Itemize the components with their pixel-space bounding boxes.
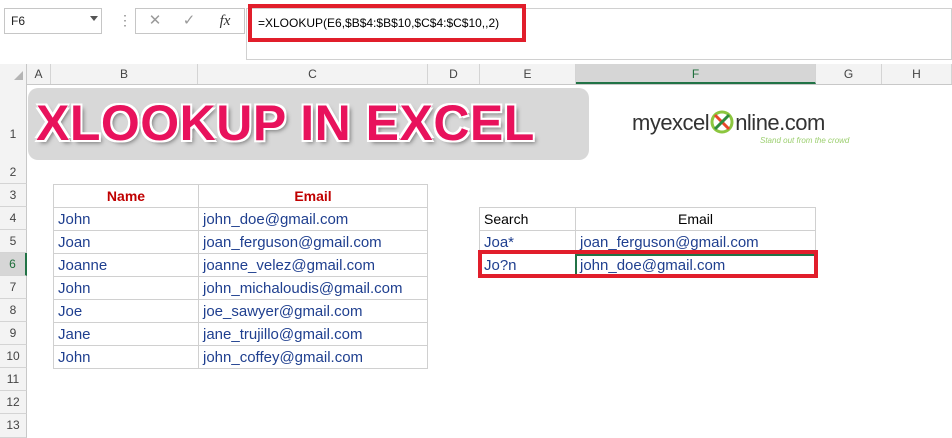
name-box-dropdown-icon[interactable] — [90, 16, 98, 21]
name-cell[interactable]: John — [53, 276, 199, 300]
banner-title: XLOOKUP IN EXCEL — [36, 95, 535, 151]
email-cell[interactable]: john_michaloudis@gmail.com — [198, 276, 428, 300]
header-result-email[interactable]: Email — [575, 207, 816, 231]
formula-buttons: ✕ ✓ fx — [135, 8, 245, 34]
row-highlight-box — [478, 250, 818, 278]
logo-tagline: Stand out from the crowd — [760, 136, 850, 145]
row-header-11[interactable]: 11 — [0, 368, 27, 391]
table-row: John john_michaloudis@gmail.com — [53, 276, 428, 300]
search-header-row: Search Email — [479, 207, 816, 231]
email-cell[interactable]: joanne_velez@gmail.com — [198, 253, 428, 277]
name-box[interactable]: F6 — [4, 8, 102, 34]
logo-x-icon — [710, 110, 734, 134]
row-header-6[interactable]: 6 — [0, 253, 27, 276]
name-cell[interactable]: Joe — [53, 299, 199, 323]
logo-text-part2: nline.com — [735, 110, 825, 135]
name-cell[interactable]: Jane — [53, 322, 199, 346]
row-header-12[interactable]: 12 — [0, 391, 27, 414]
header-email[interactable]: Email — [198, 184, 428, 208]
logo-text-part1: myexcel — [632, 110, 710, 135]
fx-icon: fx — [219, 13, 231, 29]
row-header-10[interactable]: 10 — [0, 345, 27, 368]
more-options-icon[interactable]: ⋮ — [118, 12, 133, 29]
email-cell[interactable]: joan_ferguson@gmail.com — [198, 230, 428, 254]
enter-icon[interactable]: ✓ — [174, 9, 204, 33]
column-header-e[interactable]: E — [480, 64, 576, 84]
name-cell[interactable]: Joanne — [53, 253, 199, 277]
row-header-5[interactable]: 5 — [0, 230, 27, 253]
email-cell[interactable]: jane_trujillo@gmail.com — [198, 322, 428, 346]
table-row: John john_coffey@gmail.com — [53, 345, 428, 369]
name-cell[interactable]: Joan — [53, 230, 199, 254]
name-cell[interactable]: John — [53, 207, 199, 231]
column-header-h[interactable]: H — [882, 64, 952, 84]
table-row: Joe joe_sawyer@gmail.com — [53, 299, 428, 323]
column-header-b[interactable]: B — [51, 64, 198, 84]
email-cell[interactable]: joe_sawyer@gmail.com — [198, 299, 428, 323]
table-row: John john_doe@gmail.com — [53, 207, 428, 231]
select-all-icon — [14, 71, 23, 80]
table-row: Joan joan_ferguson@gmail.com — [53, 230, 428, 254]
cancel-icon[interactable]: ✕ — [140, 9, 170, 33]
email-cell[interactable]: john_doe@gmail.com — [198, 207, 428, 231]
insert-function-button[interactable]: fx — [210, 9, 240, 33]
header-search[interactable]: Search — [479, 207, 576, 231]
email-cell[interactable]: john_coffey@gmail.com — [198, 345, 428, 369]
header-name[interactable]: Name — [53, 184, 199, 208]
row-header-2[interactable]: 2 — [0, 161, 27, 184]
table-row: Joanne joanne_velez@gmail.com — [53, 253, 428, 277]
row-header-7[interactable]: 7 — [0, 276, 27, 299]
formula-highlight-box — [248, 4, 526, 42]
names-email-table: Name Email John john_doe@gmail.com Joan jo… — [53, 184, 428, 369]
column-header-c[interactable]: C — [198, 64, 428, 84]
row-header-9[interactable]: 9 — [0, 322, 27, 345]
name-cell[interactable]: John — [53, 345, 199, 369]
row-header-8[interactable]: 8 — [0, 299, 27, 322]
row-header-13[interactable]: 13 — [0, 414, 27, 438]
table-row: Jane jane_trujillo@gmail.com — [53, 322, 428, 346]
table-header-row: Name Email — [53, 184, 428, 208]
row-header-4[interactable]: 4 — [0, 207, 27, 230]
row-header-3[interactable]: 3 — [0, 184, 27, 207]
column-header-g[interactable]: G — [816, 64, 882, 84]
column-header-f[interactable]: F — [576, 64, 816, 84]
column-header-a[interactable]: A — [27, 64, 51, 84]
column-header-d[interactable]: D — [428, 64, 480, 84]
